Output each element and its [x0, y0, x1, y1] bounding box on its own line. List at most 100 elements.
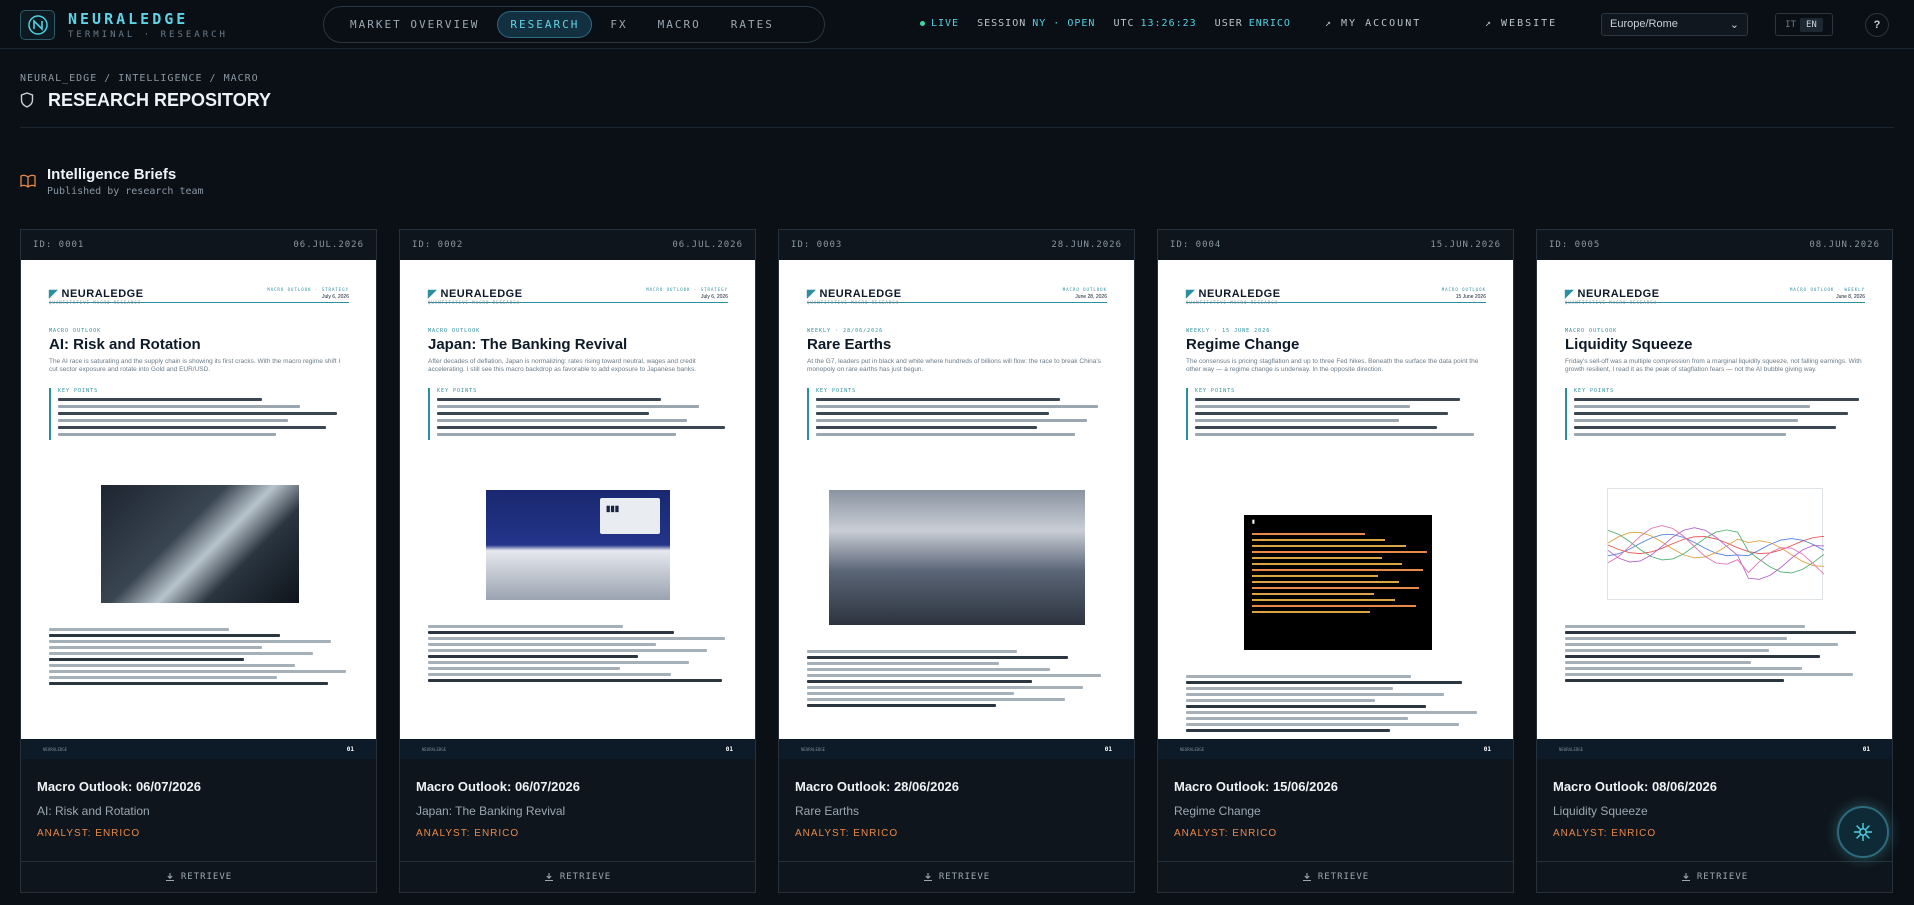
doc-footer-brand: NEURALEDGE [801, 746, 826, 752]
key-points-title: KEY POINTS [1574, 388, 1615, 394]
doc-footer: NEURALEDGE 01 [21, 739, 376, 759]
card-analyst: ANALYST: ENRICO [1174, 828, 1278, 839]
doc-meta: MACRO OUTLOOK · STRATEGY [267, 287, 349, 292]
body-text-line [1565, 655, 1820, 658]
user-value: ENRICO [1248, 18, 1291, 29]
nav-market-overview[interactable]: MARKET OVERVIEW [338, 12, 491, 37]
body-text-line [1565, 649, 1769, 652]
doc-header: ◤ NEURALEDGE QUANTITATIVE MACRO RESEARCH M… [1565, 287, 1865, 305]
top-bar: NEURALEDGE TERMINAL · RESEARCH MARKET OV… [0, 0, 1914, 49]
document-preview[interactable]: ◤ NEURALEDGE QUANTITATIVE MACRO RESEARCH M… [779, 260, 1134, 759]
doc-footer-brand: NEURALEDGE [1180, 746, 1205, 752]
card-date: 15.JUN.2026 [1430, 240, 1501, 250]
nav-macro[interactable]: MACRO [646, 12, 713, 37]
key-point-line [816, 405, 1099, 408]
key-point-line [816, 412, 1049, 415]
research-card[interactable]: ID: 0005 08.JUN.2026 ◤ NEURALEDGE QUANTITAT… [1536, 229, 1893, 893]
session-label: SESSION [977, 18, 1027, 29]
doc-lede: After decades of deflation, Japan is nor… [428, 358, 697, 373]
lang-en[interactable]: EN [1800, 17, 1823, 32]
body-text-line [1186, 699, 1375, 702]
help-button[interactable]: ? [1865, 13, 1889, 37]
retrieve-button[interactable]: RETRIEVE [1537, 861, 1892, 892]
key-point-line [1574, 412, 1848, 415]
key-point-line [1195, 419, 1399, 422]
document-preview[interactable]: ◤ NEURALEDGE QUANTITATIVE MACRO RESEARCH M… [1158, 260, 1513, 759]
nav-research[interactable]: RESEARCH [497, 11, 593, 38]
timezone-select[interactable]: Europe/Rome ⌄ [1601, 13, 1748, 36]
key-point-line [1195, 412, 1449, 415]
doc-title: AI: Risk and Rotation [49, 336, 201, 353]
doc-body [49, 625, 349, 688]
key-point-line [1574, 433, 1787, 436]
body-text-line [49, 658, 244, 661]
key-point-line [58, 426, 326, 429]
key-points: KEY POINTS [49, 388, 349, 440]
doc-image [829, 490, 1085, 625]
doc-body [428, 622, 728, 685]
document-preview[interactable]: ◤ NEURALEDGE QUANTITATIVE MACRO RESEARCH M… [1537, 260, 1892, 759]
body-text-line [1565, 679, 1784, 682]
body-text-line [49, 682, 328, 685]
body-text-line [49, 664, 295, 667]
doc-header: ◤ NEURALEDGE QUANTITATIVE MACRO RESEARCH M… [807, 287, 1107, 305]
key-point-line [816, 426, 1038, 429]
retrieve-button[interactable]: RETRIEVE [1158, 861, 1513, 892]
nav-fx[interactable]: FX [598, 12, 639, 37]
website-link[interactable]: ↗ WEBSITE [1485, 18, 1557, 29]
key-points-title: KEY POINTS [437, 388, 478, 394]
timezone-value: Europe/Rome [1610, 18, 1678, 30]
research-card[interactable]: ID: 0001 06.JUL.2026 ◤ NEURALEDGE QUANTITAT… [20, 229, 377, 893]
key-point-line [58, 412, 338, 415]
retrieve-button[interactable]: RETRIEVE [400, 861, 755, 892]
my-account-link[interactable]: ↗ MY ACCOUNT [1325, 18, 1421, 29]
doc-date: 15 June 2026 [1455, 294, 1486, 300]
body-text-line [1186, 717, 1408, 720]
card-title: Macro Outlook: 15/06/2026 [1174, 779, 1339, 794]
lang-it[interactable]: IT [1785, 20, 1796, 30]
doc-lede: Friday's sell-off was a multiple compres… [1565, 358, 1862, 373]
doc-meta: MACRO OUTLOOK · STRATEGY [646, 287, 728, 292]
body-text-line [807, 680, 1032, 683]
doc-image: ▮▮▮ [486, 490, 670, 600]
card-date: 06.JUL.2026 [672, 240, 743, 250]
key-point-line [437, 405, 699, 408]
retrieve-label: RETRIEVE [938, 872, 991, 882]
download-icon [1302, 873, 1311, 882]
doc-lede: The AI race is saturating and the supply… [49, 358, 341, 373]
key-points: KEY POINTS [1186, 388, 1486, 440]
research-card[interactable]: ID: 0002 06.JUL.2026 ◤ NEURALEDGE QUANTITAT… [399, 229, 756, 893]
doc-lede: The consensus is pricing stagflation and… [1186, 358, 1479, 373]
document-preview[interactable]: ◤ NEURALEDGE QUANTITATIVE MACRO RESEARCH M… [21, 260, 376, 759]
key-point-line [1574, 405, 1810, 408]
doc-header: ◤ NEURALEDGE QUANTITATIVE MACRO RESEARCH M… [1186, 287, 1486, 305]
retrieve-button[interactable]: RETRIEVE [21, 861, 376, 892]
card-header: ID: 0004 15.JUN.2026 [1158, 230, 1513, 260]
card-date: 08.JUN.2026 [1809, 240, 1880, 250]
body-text-line [1565, 631, 1856, 634]
section-title: Intelligence Briefs [47, 166, 177, 183]
brand-subtitle: TERMINAL · RESEARCH [68, 30, 228, 40]
retrieve-button[interactable]: RETRIEVE [779, 861, 1134, 892]
divider [20, 127, 1894, 128]
doc-footer-brand: NEURALEDGE [43, 746, 68, 752]
research-card[interactable]: ID: 0004 15.JUN.2026 ◤ NEURALEDGE QUANTITAT… [1157, 229, 1514, 893]
key-point-line [1195, 426, 1437, 429]
body-text-line [428, 673, 671, 676]
document-preview[interactable]: ◤ NEURALEDGE QUANTITATIVE MACRO RESEARCH M… [400, 260, 755, 759]
doc-footer: NEURALEDGE 01 [400, 739, 755, 759]
card-id: ID: 0002 [412, 240, 464, 250]
card-date: 06.JUL.2026 [293, 240, 364, 250]
body-text-line [1565, 637, 1787, 640]
research-card[interactable]: ID: 0003 28.JUN.2026 ◤ NEURALEDGE QUANTITAT… [778, 229, 1135, 893]
brand-logo-icon[interactable] [20, 10, 55, 40]
page-title: RESEARCH REPOSITORY [48, 90, 272, 110]
assistant-fab-button[interactable] [1837, 806, 1889, 858]
retrieve-label: RETRIEVE [180, 872, 233, 882]
body-text-line [807, 668, 1050, 671]
body-text-line [1565, 667, 1802, 670]
body-text-line [1186, 675, 1411, 678]
nav-rates[interactable]: RATES [719, 12, 786, 37]
key-point-line [58, 433, 277, 436]
download-icon [544, 873, 553, 882]
